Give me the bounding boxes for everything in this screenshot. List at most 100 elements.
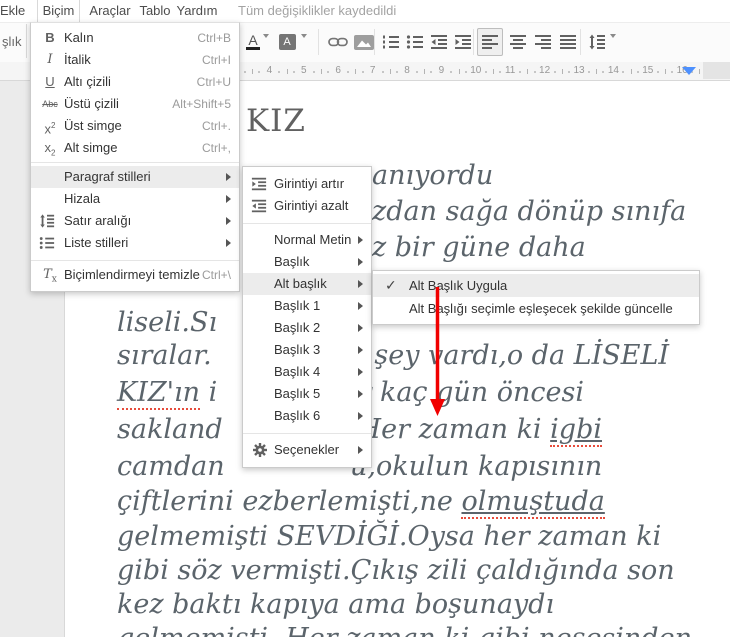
menu-item-ustu-cizili[interactable]: Abc Üstü çizili Alt+Shift+5 (31, 93, 239, 115)
menu-item-baslik-1[interactable]: Başlık 1 (243, 295, 371, 317)
menu-item-ust-simge[interactable]: x2 Üst simge Ctrl+. (31, 115, 239, 137)
misspelled-word[interactable]: KIZ'ın (117, 377, 201, 410)
insert-image-button[interactable] (352, 29, 376, 55)
doc-text[interactable]: anıyordu (372, 160, 493, 191)
doc-text-line[interactable]: zdan sağa dönüp sınıfa (372, 196, 686, 227)
menu-item-bicimlendirmeyi-temizle[interactable]: Tx Biçimlendirmeyi temizle Ctrl+\ (31, 264, 239, 286)
decrease-indent-button[interactable] (427, 29, 451, 55)
menu-item-liste-stilleri[interactable]: Liste stilleri (31, 232, 239, 254)
menu-item-girintiyi-artir[interactable]: Girintiyi artır (243, 173, 371, 195)
menu-item-alt-baslik[interactable]: Alt başlık (243, 273, 371, 295)
line-spacing-dropdown-icon[interactable] (610, 34, 620, 55)
doc-text-line[interactable]: liseli.Sı (117, 307, 217, 338)
menu-item-alt-simge[interactable]: x2 Alt simge Ctrl+, (31, 137, 239, 159)
menu-item-baslik-2[interactable]: Başlık 2 (243, 317, 371, 339)
highlight-color-dropdown-icon[interactable] (301, 34, 311, 55)
text-color-icon: A (246, 33, 260, 50)
bold-icon: B (45, 30, 55, 45)
doc-text-line[interactable]: gibi söz vermişti.Çıkış zili çaldığında … (117, 555, 675, 586)
misspelled-word[interactable]: olmuştuda (461, 486, 605, 519)
menu-item-label: Girintiyi azalt (274, 198, 349, 213)
menu-item-baslik-5[interactable]: Başlık 5 (243, 383, 371, 405)
insert-link-button[interactable] (326, 29, 350, 55)
menu-item-italik[interactable]: I İtalik Ctrl+I (31, 49, 239, 71)
doc-text-line[interactable]: sakland (117, 414, 223, 445)
clear-formatting-icon: Tx (43, 267, 57, 285)
doc-text-line[interactable]: anıyordu (372, 160, 493, 191)
doc-text-line[interactable]: u,okulun kapısının (350, 451, 602, 482)
menu-item-alti-cizili[interactable]: U Altı çizili Ctrl+U (31, 71, 239, 93)
submenu-arrow-icon (226, 195, 231, 203)
doc-text-line[interactable]: gelmemişti SEVDİĞİ.Oysa her zaman ki (117, 521, 661, 552)
document-title-fragment[interactable]: KIZ (246, 103, 306, 139)
styles-dropdown-fragment[interactable]: şlık (2, 34, 22, 49)
doc-text-line[interactable]: bir şey vardı,o da LİSELİ (327, 340, 669, 371)
align-left-button[interactable] (477, 28, 503, 56)
doc-text[interactable]: u,okulun kapısının (350, 451, 602, 482)
doc-text-line[interactable]: gelmemişti. Her zaman ki gibi neşesinden (117, 623, 692, 637)
doc-text[interactable]: i (200, 377, 218, 408)
submenu-arrow-icon (226, 217, 231, 225)
doc-text[interactable]: bir şey vardı,o da LİSELİ (327, 340, 669, 371)
doc-text[interactable]: gelmemişti. Her zaman ki gibi neşesinden (117, 623, 692, 637)
menubar-item-araclar[interactable]: Araçlar (84, 0, 136, 22)
doc-text-line[interactable]: KIZ'ın i (117, 377, 218, 410)
doc-text-line[interactable]: e.Her zaman ki igbi (333, 414, 602, 447)
menu-item-satir-araligi[interactable]: Satır aralığı (31, 210, 239, 232)
justify-button[interactable] (556, 29, 580, 55)
text-color-button[interactable]: A (244, 29, 262, 55)
menubar-item-yardim[interactable]: Yardım (174, 0, 220, 22)
ruler-number: 4 (266, 65, 273, 76)
doc-text-line[interactable]: z bir güne daha (372, 232, 586, 263)
doc-text[interactable]: çiftlerini ezberlemişti,ne (117, 486, 461, 517)
menu-item-alt-baslik-uygula[interactable]: ✓ Alt Başlık Uygula (373, 274, 699, 297)
doc-text-line[interactable]: sıralar. (117, 340, 212, 371)
doc-text[interactable]: camdan (117, 451, 225, 482)
doc-text[interactable]: gelmemişti SEVDİĞİ.Oysa her zaman ki (117, 521, 661, 552)
ruler-tick (355, 69, 357, 74)
bulleted-list-button[interactable] (403, 29, 427, 55)
doc-text[interactable]: sıralar. (117, 340, 212, 371)
menu-item-girintiyi-azalt[interactable]: Girintiyi azalt (243, 195, 371, 217)
menubar-item-bicim[interactable]: Biçim (37, 0, 80, 22)
menubar-item-ekle[interactable]: Ekle (0, 0, 25, 22)
toolbar-separator (473, 29, 474, 55)
line-spacing-button[interactable] (585, 29, 609, 55)
menu-item-baslik-4[interactable]: Başlık 4 (243, 361, 371, 383)
doc-text[interactable]: liseli.Sı (117, 307, 217, 338)
doc-text-line[interactable]: camdan (117, 451, 225, 482)
numbered-list-button[interactable] (379, 29, 403, 55)
checkmark-icon: ✓ (385, 277, 397, 293)
doc-text-line[interactable]: çiftlerini ezberlemişti,ne olmuştuda (117, 486, 605, 519)
doc-text-line[interactable]: kez baktı kapıya ama boşunaydı (117, 589, 554, 620)
align-center-button[interactable] (506, 29, 530, 55)
menu-item-kalin[interactable]: B Kalın Ctrl+B (31, 27, 239, 49)
doc-text[interactable]: gibi söz vermişti.Çıkış zili çaldığında … (117, 555, 675, 586)
doc-text[interactable]: kez baktı kapıya ama boşunaydı (117, 589, 554, 620)
highlight-color-button[interactable]: A (278, 29, 296, 55)
align-center-icon (510, 35, 526, 49)
line-spacing-icon (589, 34, 605, 50)
menu-item-paragraf-stilleri[interactable]: Paragraf stilleri (31, 166, 239, 188)
image-icon (354, 34, 374, 50)
increase-indent-button[interactable] (451, 29, 475, 55)
doc-text[interactable]: z bir güne daha (372, 232, 586, 263)
ruler-tick (389, 69, 391, 74)
doc-text[interactable]: zdan sağa dönüp sınıfa (372, 196, 686, 227)
misspelled-word[interactable]: igbi (550, 414, 602, 447)
menu-item-baslik[interactable]: Başlık (243, 251, 371, 273)
strikethrough-icon: Abc (42, 99, 58, 109)
menu-item-hizala[interactable]: Hizala (31, 188, 239, 210)
doc-text[interactable]: sakland (117, 414, 223, 445)
ruler-number: 9 (438, 65, 445, 76)
text-color-dropdown-icon[interactable] (263, 34, 273, 55)
menu-item-secenekler[interactable]: Seçenekler (243, 439, 371, 461)
menu-item-baslik-6[interactable]: Başlık 6 (243, 405, 371, 427)
menu-item-normal-metin[interactable]: Normal Metin (243, 229, 371, 251)
ruler-tick (493, 69, 494, 74)
menu-item-alt-basligi-guncelle[interactable]: Alt Başlığı seçimle eşleşecek şekilde gü… (373, 297, 699, 320)
menu-item-baslik-3[interactable]: Başlık 3 (243, 339, 371, 361)
ruler-indent-marker[interactable] (682, 67, 696, 75)
align-right-button[interactable] (531, 29, 555, 55)
menubar-item-tablo[interactable]: Tablo (136, 0, 174, 22)
